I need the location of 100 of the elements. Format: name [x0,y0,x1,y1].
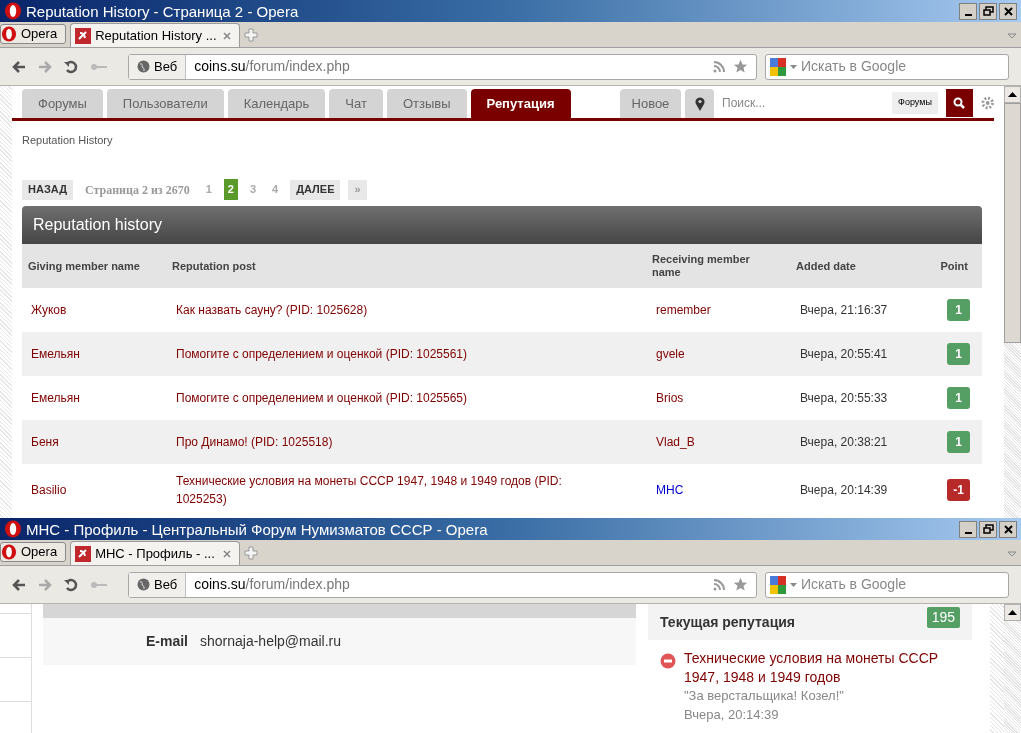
date-cell-text: Вчера, 20:55:33 [799,390,889,407]
forward-icon[interactable] [38,60,52,73]
mode-label: Веб [129,572,187,597]
post-link[interactable]: Как назвать сауну? (PID: 1025628) [166,301,646,319]
scroll-up-button[interactable] [1004,604,1021,621]
star-icon[interactable] [733,59,748,74]
address-field[interactable]: Веб coins.su/forum/index.php [128,53,757,80]
page-info: Страница 2 из 2670 [84,181,190,199]
search-engine-icon [770,57,786,76]
restore-button[interactable] [979,2,997,20]
settings-icon[interactable] [980,96,994,110]
reputation-date: Вчера, 20:14:39 [684,706,780,724]
search-engine-icon [770,575,786,594]
scrollbar[interactable] [1004,86,1021,518]
giver-link[interactable]: Basilio [22,481,166,499]
up-arrow-icon [1008,610,1017,615]
giver-link[interactable]: Беня [22,433,166,451]
search-button[interactable] [945,89,973,117]
receiver-link[interactable]: remember [646,301,790,319]
dropdown-caret-icon[interactable] [790,582,797,587]
post-link[interactable]: Про Динамо! (PID: 1025518) [166,433,646,451]
giver-link[interactable]: Жуков [22,301,166,319]
forum-nav-tab[interactable]: Пользователи [106,89,224,118]
forum-nav-tab[interactable]: Репутация [470,89,571,118]
post-link[interactable]: Помогите с определением и оценкой (PID: 1025561) [166,345,646,363]
column-header: Added date [795,259,857,273]
web-search-field[interactable]: Искать в Google [765,53,1009,80]
receiver-link[interactable]: MHC [646,481,790,499]
post-link[interactable]: Технические условия на монеты СССР 1947, 1948 и 1949 годов (PID: 1025253) [166,472,646,508]
opera-logo-icon [4,520,22,538]
forward-icon[interactable] [38,578,52,591]
new-posts-tab[interactable]: Новое [619,89,682,118]
scroll-up-button[interactable] [1004,86,1021,103]
scrollbar-thumb[interactable] [1004,103,1021,343]
window-title: Reputation History - Страница 2 - Opera [26,3,299,19]
date-cell-text: Вчера, 20:55:41 [799,346,889,363]
feed-icon[interactable] [713,60,725,73]
post-link[interactable]: Помогите с определением и оценкой (PID: 1025565) [166,389,646,407]
minimize-button[interactable] [959,2,977,20]
restore-icon [982,524,994,534]
opera-logo-icon [1,544,17,560]
reload-icon[interactable] [64,577,78,592]
point-badge: 1 [947,431,970,453]
window-title: МНС - Профиль - Центральный Форум Нумизматов СССР - Opera [26,521,488,537]
new-tab-icon[interactable] [244,28,259,42]
tab-close-icon[interactable] [223,31,232,40]
receiver-link[interactable]: Brios [646,389,790,407]
reload-icon[interactable] [64,59,78,74]
tab-list-icon[interactable] [1007,33,1017,39]
reputation-count-badge: 195 [926,606,960,628]
web-search-placeholder: Искать в Google [801,575,907,594]
breadcrumb: Reputation History [22,134,113,146]
email-label: E-mail [145,632,188,651]
search-scope-button[interactable]: Форумы [892,92,938,114]
star-icon[interactable] [733,577,748,592]
date-cell-text: Вчера, 21:16:37 [799,302,889,319]
browser-tab[interactable]: МНС - Профиль - ... [70,541,241,565]
giver-link[interactable]: Емельян [22,345,166,363]
new-tab-icon[interactable] [244,546,259,560]
web-search-placeholder: Искать в Google [801,57,907,76]
web-search-field[interactable]: Искать в Google [765,571,1009,598]
opera-logo-icon [4,2,22,20]
minimize-button[interactable] [959,520,977,538]
forum-nav-tab[interactable]: Форумы [22,89,103,118]
back-icon[interactable] [12,60,26,73]
dropdown-caret-icon[interactable] [790,64,797,69]
date-cell-text: Вчера, 20:38:21 [799,434,889,451]
globe-icon [137,578,150,591]
giver-link[interactable]: Емельян [22,389,166,407]
opera-menu-button[interactable]: Opera [0,542,67,562]
browser-tab[interactable]: Reputation History ... [70,23,241,47]
tab-close-icon[interactable] [223,549,232,558]
forum-nav-tab[interactable]: Календарь [227,89,326,118]
tab-label: МНС - Профиль - ... [95,544,215,563]
forum-search-placeholder: Поиск... [722,95,767,112]
opera-menu-button[interactable]: Opera [0,24,67,44]
previous-page-button[interactable]: НАЗАД [22,179,73,200]
close-button[interactable] [999,2,1017,20]
column-header: Point [939,259,969,273]
close-button[interactable] [999,520,1017,538]
next-page-button[interactable]: ДАЛЕЕ [290,179,341,200]
minus-circle-icon [660,653,676,669]
point-badge: -1 [947,479,970,501]
email-value: shornaja-help@mail.ru [200,632,342,651]
search-icon [953,97,966,109]
feed-icon[interactable] [713,578,725,591]
receiver-link[interactable]: Vlad_B [646,433,790,451]
restore-button[interactable] [979,520,997,538]
back-icon[interactable] [12,578,26,591]
address-field[interactable]: Веб coins.su/forum/index.php [128,571,757,598]
tab-list-icon[interactable] [1007,551,1017,557]
forum-nav-tab[interactable]: Отзывы [386,89,467,118]
reputation-post-link[interactable]: Технические условия на монеты СССР 1947, 1948 и 1949 годов [684,649,960,687]
forum-nav-tab[interactable]: Чат [329,89,383,118]
receiver-link[interactable]: gvele [646,345,790,363]
location-tab[interactable] [685,89,714,118]
opera-logo-icon [1,26,17,42]
scrollbar[interactable] [1004,604,1021,733]
site-favicon-icon [75,545,92,562]
point-badge: 1 [947,343,970,365]
